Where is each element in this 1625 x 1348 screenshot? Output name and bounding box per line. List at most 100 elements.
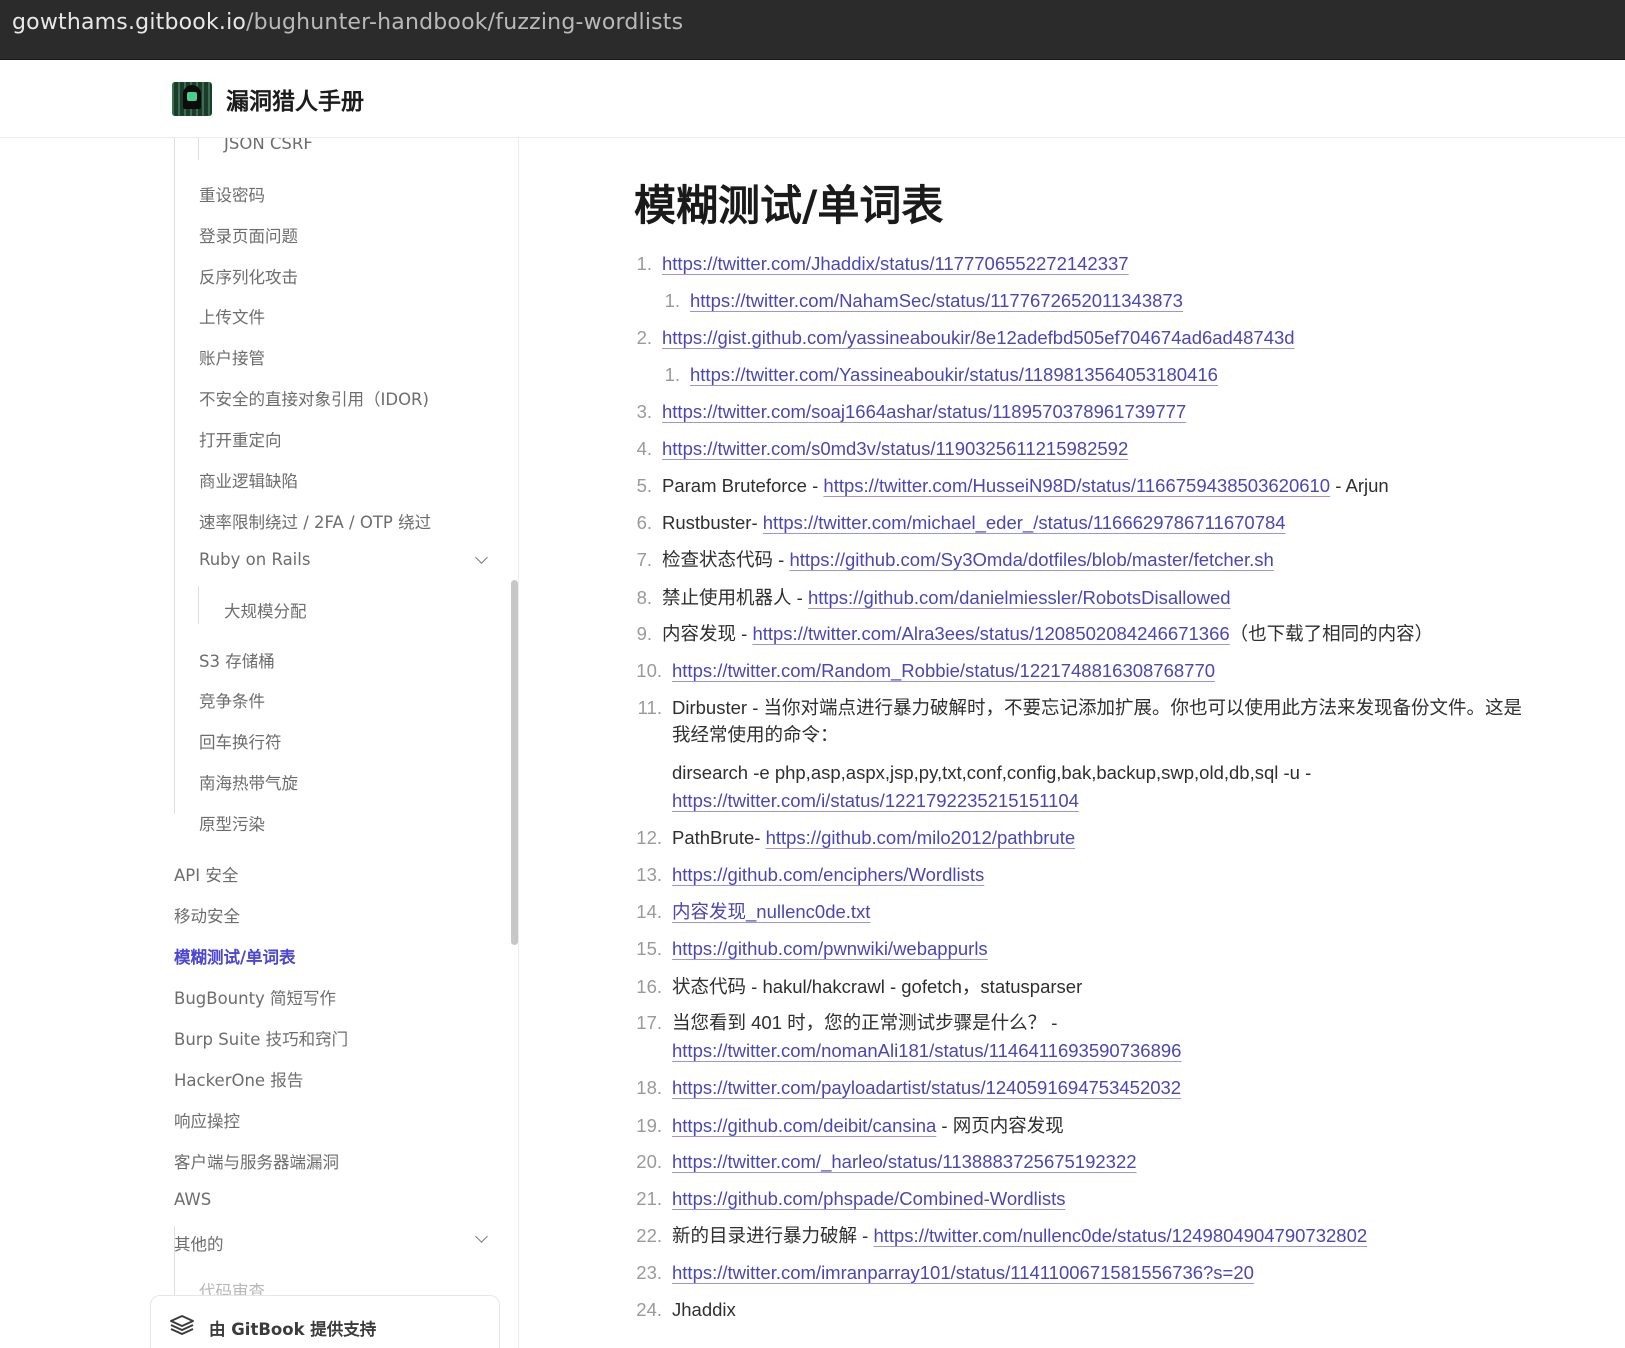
list-item-text: Dirbuster - 当你对端点进行暴力破解时，不要忘记添加扩展。你也可以使用…: [672, 697, 1522, 718]
external-link[interactable]: https://github.com/pwnwiki/webappurls: [672, 938, 988, 959]
list-item-content: Param Bruteforce - https://twitter.com/H…: [662, 472, 1389, 499]
list-item-content: https://github.com/phspade/Combined-Word…: [672, 1185, 1066, 1212]
list-item-text: Jhaddix: [672, 1299, 736, 1320]
list-item-text: 状态代码 - hakul/hakcrawl - gofetch，statuspa…: [672, 976, 1083, 997]
sidebar-item-response-manipulation[interactable]: 响应操控: [174, 1108, 240, 1132]
external-link[interactable]: https://twitter.com/nullenc0de/status/12…: [873, 1225, 1367, 1246]
url-path: /bughunter-handbook/fuzzing-wordlists: [246, 10, 684, 35]
list-item-content: https://twitter.com/s0md3v/status/119032…: [662, 435, 1128, 462]
powered-by-gitbook-label: 由 GitBook 提供支持: [209, 1320, 377, 1339]
url-text[interactable]: gowthams.gitbook.io/bughunter-handbook/f…: [12, 10, 683, 35]
sidebar-item-burp-suite-tips[interactable]: Burp Suite 技巧和窍门: [174, 1026, 348, 1050]
sidebar-item-login-page-issues[interactable]: 登录页面问题: [199, 223, 298, 247]
list-item-content: https://twitter.com/NahamSec/status/1177…: [690, 287, 1183, 314]
external-link[interactable]: https://twitter.com/i/status/12217922352…: [672, 790, 1079, 811]
chevron-down-icon[interactable]: [475, 551, 488, 564]
sidebar-item-open-redirect[interactable]: 打开重定向: [199, 427, 282, 451]
sidebar-item-others[interactable]: 其他的: [174, 1231, 224, 1255]
list-item-content: 新的目录进行暴力破解 - https://twitter.com/nullenc…: [672, 1222, 1367, 1249]
site-title[interactable]: 漏洞猎人手册: [226, 82, 364, 116]
external-link[interactable]: https://twitter.com/s0md3v/status/119032…: [662, 438, 1128, 459]
list-number: 9.: [636, 623, 652, 644]
list-item-text: 当您看到 401 时，您的正常测试步骤是什么？ -: [672, 1012, 1058, 1033]
sidebar-item-file-upload[interactable]: 上传文件: [199, 304, 265, 328]
list-item-content: https://twitter.com/Random_Robbie/status…: [672, 657, 1215, 684]
external-link[interactable]: https://github.com/deibit/cansina: [672, 1115, 936, 1136]
external-link[interactable]: https://twitter.com/nomanAli181/status/1…: [672, 1040, 1181, 1061]
sidebar-item-aws[interactable]: AWS: [174, 1190, 211, 1209]
list-number: 7.: [636, 549, 652, 570]
sidebar-item-s3-buckets[interactable]: S3 存储桶: [199, 648, 275, 672]
external-link[interactable]: https://twitter.com/Random_Robbie/status…: [672, 660, 1215, 681]
external-link[interactable]: https://twitter.com/Jhaddix/status/11777…: [662, 253, 1129, 274]
sidebar-item-idor[interactable]: 不安全的直接对象引用（IDOR): [199, 386, 429, 410]
sidebar-item-prototype-pollution[interactable]: 原型污染: [199, 811, 265, 835]
sidebar-item-tropical-cyclone[interactable]: 南海热带气旋: [199, 770, 298, 794]
sidebar-item-bugbounty-writeups[interactable]: BugBounty 简短写作: [174, 985, 336, 1009]
list-number: 1.: [664, 290, 680, 311]
list-item-content: https://twitter.com/imranparray101/statu…: [672, 1259, 1254, 1286]
external-link[interactable]: https://github.com/phspade/Combined-Word…: [672, 1188, 1066, 1209]
powered-by-gitbook-button[interactable]: 由 GitBook 提供支持: [150, 1295, 500, 1348]
external-link[interactable]: https://twitter.com/Alra3ees/status/1208…: [752, 623, 1229, 644]
list-item-content: Dirbuster - 当你对端点进行暴力破解时，不要忘记添加扩展。你也可以使用…: [672, 694, 1522, 721]
external-link[interactable]: https://twitter.com/imranparray101/statu…: [672, 1262, 1254, 1283]
sidebar-item-fuzzing-wordlists[interactable]: 模糊测试/单词表: [174, 944, 296, 968]
external-link[interactable]: https://twitter.com/HusseiN98D/status/11…: [823, 475, 1330, 496]
sidebar-item-mobile-security[interactable]: 移动安全: [174, 903, 240, 927]
list-item-content: 内容发现_nullenc0de.txt: [672, 898, 870, 925]
list-number: 4.: [636, 438, 652, 459]
sidebar-item-ruby-on-rails[interactable]: Ruby on Rails: [199, 550, 310, 569]
external-link[interactable]: https://twitter.com/payloadartist/status…: [672, 1077, 1181, 1098]
list-item-text: 新的目录进行暴力破解 -: [672, 1225, 874, 1246]
list-item-content: 禁止使用机器人 - https://github.com/danielmiess…: [662, 584, 1231, 611]
list-number: 3.: [636, 401, 652, 422]
sidebar-item-business-logic[interactable]: 商业逻辑缺陷: [199, 468, 298, 492]
list-number: 5.: [636, 475, 652, 496]
sidebar-item-mass-assignment[interactable]: 大规模分配: [224, 598, 307, 622]
url-host: gowthams.gitbook.io: [12, 10, 247, 35]
list-item-content: 内容发现 - https://twitter.com/Alra3ees/stat…: [662, 620, 1433, 647]
external-link[interactable]: 内容发现_nullenc0de.txt: [672, 901, 870, 922]
sidebar-item-account-takeover[interactable]: 账户接管: [199, 345, 265, 369]
external-link[interactable]: https://twitter.com/NahamSec/status/1177…: [690, 290, 1183, 311]
list-item-text: Rustbuster-: [662, 512, 763, 533]
list-number: 17.: [636, 1012, 662, 1033]
list-number: 15.: [636, 938, 662, 959]
list-number: 24.: [636, 1299, 662, 1320]
external-link[interactable]: https://github.com/danielmiessler/Robots…: [808, 587, 1231, 608]
external-link[interactable]: https://twitter.com/_harleo/status/11388…: [672, 1151, 1137, 1172]
sidebar-item-client-server-vulns[interactable]: 客户端与服务器端漏洞: [174, 1149, 339, 1173]
sidebar-item-hackerone-reports[interactable]: HackerOne 报告: [174, 1067, 303, 1091]
list-number: 8.: [636, 587, 652, 608]
list-item-text: - 网页内容发现: [936, 1115, 1064, 1136]
list-item-text: dirsearch -e php,asp,aspx,jsp,py,txt,con…: [672, 762, 1312, 783]
browser-url-bar[interactable]: gowthams.gitbook.io/bughunter-handbook/f…: [0, 0, 1625, 60]
external-link[interactable]: https://gist.github.com/yassineaboukir/8…: [662, 327, 1295, 348]
external-link[interactable]: https://twitter.com/Yassineaboukir/statu…: [690, 364, 1218, 385]
sidebar-item-api-security[interactable]: API 安全: [174, 862, 238, 886]
sidebar-item-reset-password[interactable]: 重设密码: [199, 182, 265, 206]
list-item-text: PathBrute-: [672, 827, 766, 848]
sidebar-item-deserialization[interactable]: 反序列化攻击: [199, 264, 298, 288]
list-item-content: https://gist.github.com/yassineaboukir/8…: [662, 324, 1295, 351]
hooded-hacker-logo-icon[interactable]: [172, 82, 212, 116]
external-link[interactable]: https://twitter.com/soaj1664ashar/status…: [662, 401, 1186, 422]
chevron-down-icon[interactable]: [475, 1230, 488, 1243]
sidebar-item-rate-limit-bypass[interactable]: 速率限制绕过 / 2FA / OTP 绕过: [199, 509, 431, 533]
external-link[interactable]: https://github.com/milo2012/pathbrute: [766, 827, 1076, 848]
sidebar-item-race-condition[interactable]: 竞争条件: [199, 688, 265, 712]
gitbook-logo-icon: [170, 1315, 194, 1335]
external-link[interactable]: https://github.com/enciphers/Wordlists: [672, 864, 984, 885]
external-link[interactable]: https://github.com/Sy3Omda/dotfiles/blob…: [789, 549, 1273, 570]
list-number: 13.: [636, 864, 662, 885]
list-item-text: （也下载了相同的内容）: [1229, 623, 1434, 644]
list-item-content: 检查状态代码 - https://github.com/Sy3Omda/dotf…: [662, 546, 1274, 573]
list-number: 19.: [636, 1115, 662, 1136]
sidebar-item-crlf[interactable]: 回车换行符: [199, 729, 282, 753]
sidebar-item-json-csrf[interactable]: JSON CSRF: [224, 138, 313, 153]
list-item-content: https://github.com/enciphers/Wordlists: [672, 861, 984, 888]
sidebar-scrollbar[interactable]: [511, 580, 518, 945]
list-item-content: Jhaddix: [672, 1296, 736, 1323]
external-link[interactable]: https://twitter.com/michael_eder_/status…: [763, 512, 1286, 533]
